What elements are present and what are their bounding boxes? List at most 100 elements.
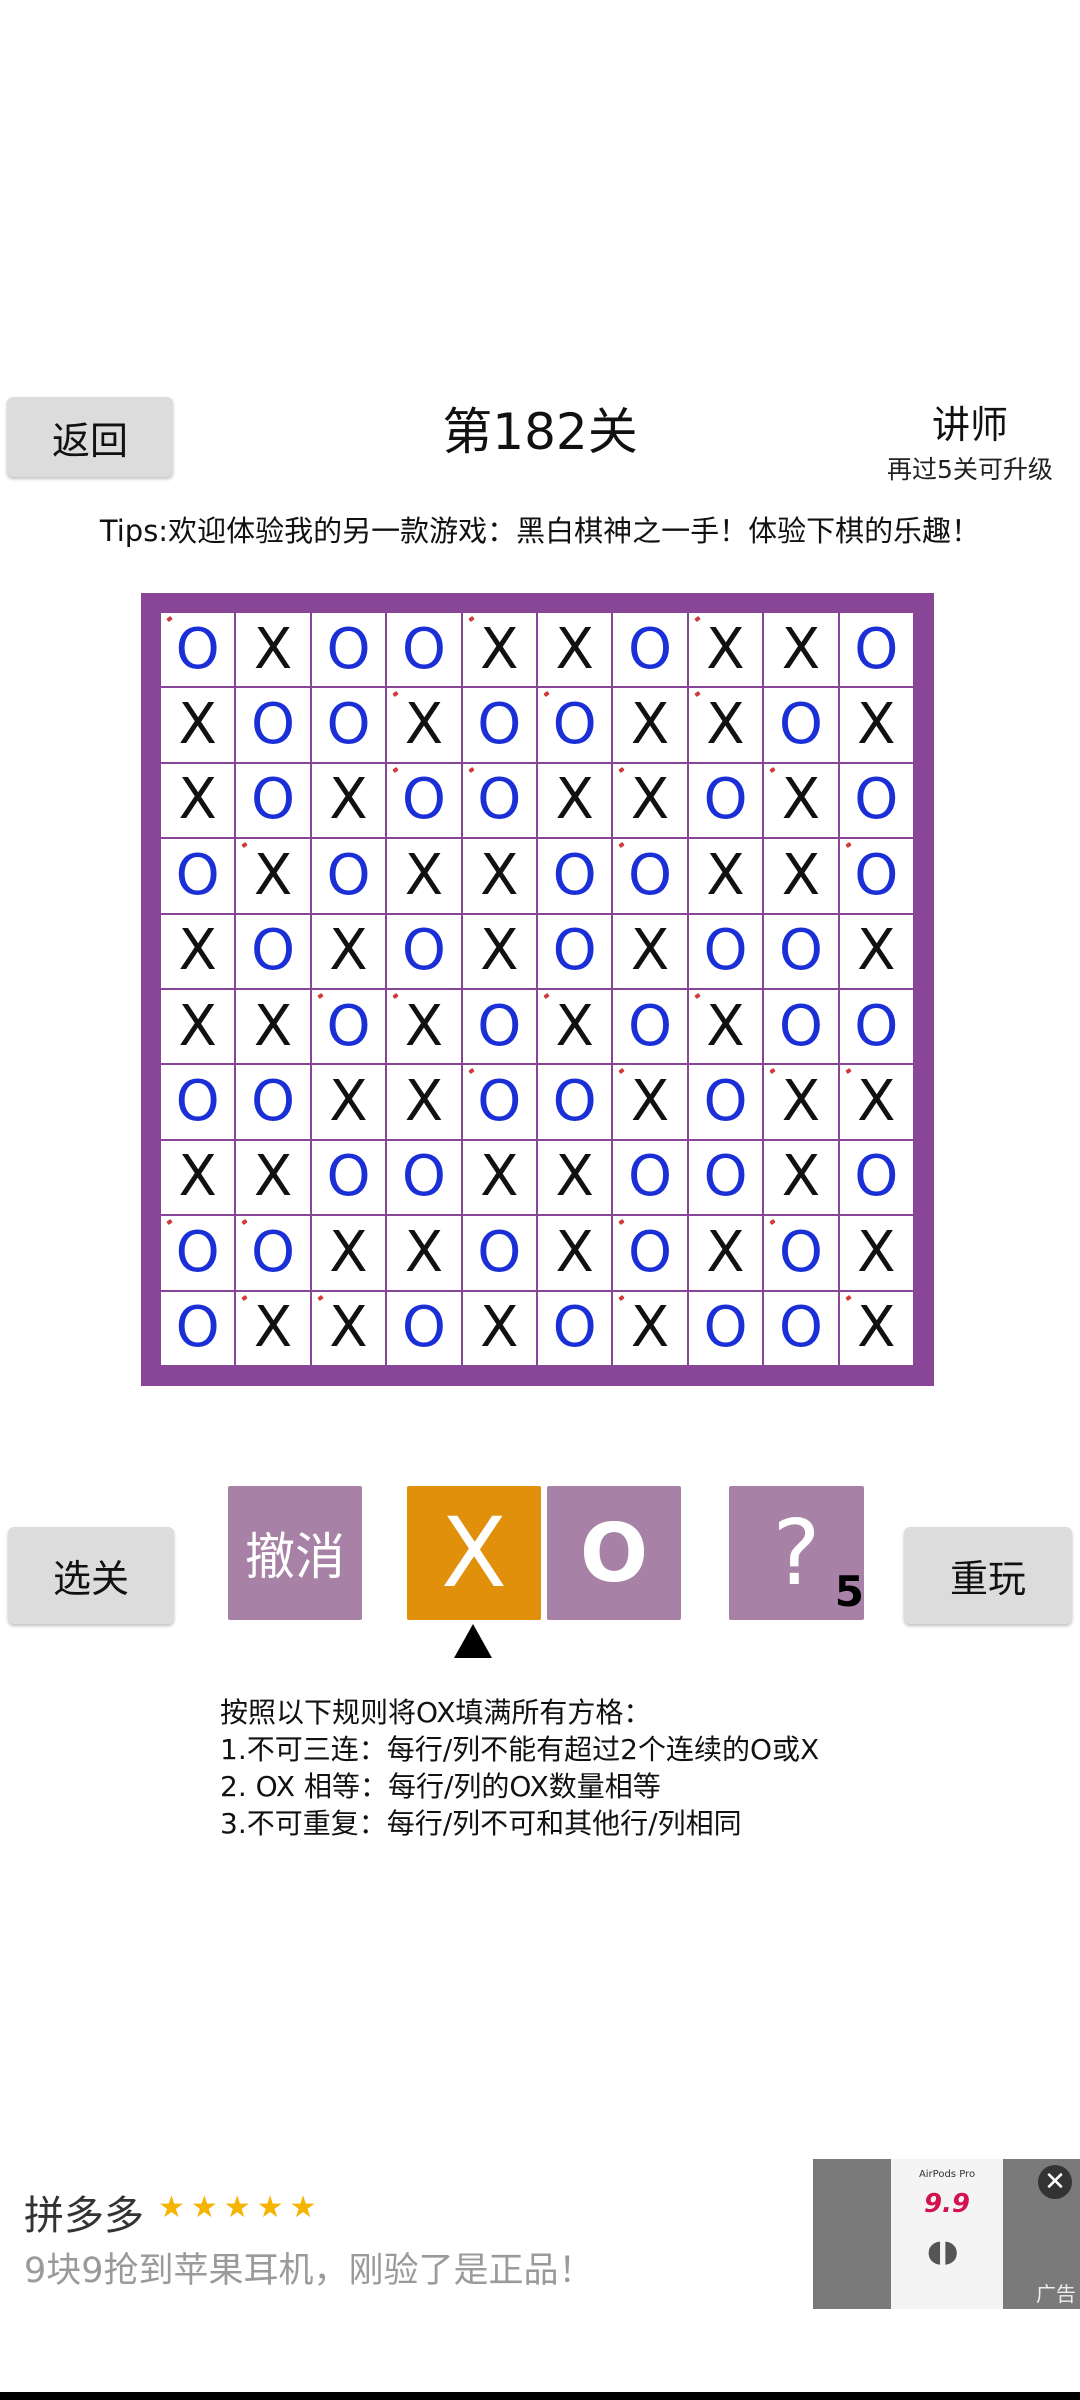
close-icon[interactable]: ✕ (1038, 2165, 1072, 2199)
board-cell[interactable]: O (161, 1216, 235, 1290)
board-cell[interactable]: X (462, 1140, 536, 1215)
board-cell[interactable]: X (613, 1291, 687, 1365)
board-cell[interactable]: X (538, 1216, 612, 1290)
board-cell[interactable]: X (236, 990, 310, 1064)
board-cell[interactable]: X (839, 1216, 913, 1290)
ad-image[interactable]: AirPods Pro 9.9 ◖◗ ✕ 广告 (813, 2159, 1080, 2309)
replay-button[interactable]: 重玩 (904, 1527, 1072, 1624)
board-cell[interactable]: X (311, 763, 386, 838)
board-cell[interactable]: O (387, 763, 461, 838)
o-piece-button[interactable]: O (547, 1486, 681, 1620)
board-cell[interactable]: O (387, 1140, 461, 1215)
board-cell[interactable]: O (839, 990, 913, 1064)
board-cell[interactable]: O (161, 1291, 235, 1365)
board-cell[interactable]: O (839, 1140, 913, 1215)
board-cell[interactable]: O (688, 1291, 763, 1365)
board-cell[interactable]: X (839, 1065, 913, 1139)
board-cell[interactable]: O (236, 914, 310, 988)
board-cell[interactable]: X (688, 1216, 763, 1290)
board-cell[interactable]: O (387, 914, 461, 988)
x-piece-button[interactable]: X (407, 1486, 541, 1620)
board-cell[interactable]: O (236, 763, 310, 838)
board-cell[interactable]: X (538, 1140, 612, 1215)
board-cell[interactable]: X (161, 763, 235, 838)
board-cell[interactable]: X (839, 1291, 913, 1365)
board-cell[interactable]: X (161, 1140, 235, 1215)
board-cell[interactable]: O (161, 1065, 235, 1139)
board-cell[interactable]: X (688, 688, 763, 762)
board-cell[interactable]: X (839, 688, 913, 762)
board-cell[interactable]: O (311, 1140, 386, 1215)
board-cell[interactable]: X (538, 763, 612, 838)
board-cell[interactable]: X (613, 688, 687, 762)
board-cell[interactable]: X (613, 763, 687, 838)
board-cell[interactable]: O (236, 1065, 310, 1139)
board-cell[interactable]: X (311, 1291, 386, 1365)
board-cell[interactable]: X (764, 839, 838, 913)
board-cell[interactable]: O (538, 688, 612, 762)
board-cell[interactable]: X (462, 1291, 536, 1365)
board-cell[interactable]: O (764, 990, 838, 1064)
board-cell[interactable]: O (161, 613, 235, 687)
board-cell[interactable]: X (161, 990, 235, 1064)
board-cell[interactable]: X (688, 613, 763, 687)
board-cell[interactable]: O (764, 1216, 838, 1290)
board-cell[interactable]: X (161, 688, 235, 762)
board-cell[interactable]: O (462, 990, 536, 1064)
board-cell[interactable]: X (236, 1291, 310, 1365)
board-cell[interactable]: X (764, 1065, 838, 1139)
board-cell[interactable]: X (688, 839, 763, 913)
board-cell[interactable]: O (538, 1065, 612, 1139)
board-cell[interactable]: O (538, 839, 612, 913)
board-cell[interactable]: X (236, 613, 310, 687)
board-cell[interactable]: X (462, 839, 536, 913)
board-cell[interactable]: X (613, 914, 687, 988)
board-cell[interactable]: O (613, 1216, 687, 1290)
board-cell[interactable]: O (839, 613, 913, 687)
board-cell[interactable]: X (311, 1216, 386, 1290)
board-cell[interactable]: X (462, 914, 536, 988)
board-cell[interactable]: X (538, 990, 612, 1064)
board-cell[interactable]: O (613, 990, 687, 1064)
board-cell[interactable]: O (161, 839, 235, 913)
board-cell[interactable]: X (387, 1065, 461, 1139)
board-cell[interactable]: X (764, 1140, 838, 1215)
board-cell[interactable]: O (538, 1291, 612, 1365)
board-cell[interactable]: X (236, 1140, 310, 1215)
board-cell[interactable]: X (387, 1216, 461, 1290)
board-cell[interactable]: O (462, 688, 536, 762)
board-cell[interactable]: O (311, 688, 386, 762)
board-cell[interactable]: O (387, 613, 461, 687)
board-cell[interactable]: O (839, 839, 913, 913)
board-cell[interactable]: O (311, 613, 386, 687)
board-cell[interactable]: O (462, 1216, 536, 1290)
board-cell[interactable]: O (764, 688, 838, 762)
undo-button[interactable]: 撤消 (228, 1486, 362, 1620)
board-cell[interactable]: X (387, 990, 461, 1064)
board-cell[interactable]: X (311, 914, 386, 988)
board-cell[interactable]: O (311, 839, 386, 913)
board-cell[interactable]: O (462, 1065, 536, 1139)
board-cell[interactable]: X (236, 839, 310, 913)
board-cell[interactable]: X (387, 688, 461, 762)
board-cell[interactable]: O (236, 688, 310, 762)
board-cell[interactable]: O (688, 914, 763, 988)
ad-text[interactable]: 9块9抢到苹果耳机，刚验了是正品！ (24, 2242, 594, 2293)
board-cell[interactable]: O (462, 763, 536, 838)
board-cell[interactable]: X (839, 914, 913, 988)
board-cell[interactable]: X (161, 914, 235, 988)
board-cell[interactable]: O (236, 1216, 310, 1290)
board-cell[interactable]: X (538, 613, 612, 687)
board-cell[interactable]: O (688, 763, 763, 838)
board-cell[interactable]: X (688, 990, 763, 1064)
ad-brand[interactable]: 拼多多 (24, 2183, 144, 2241)
board-cell[interactable]: O (613, 1140, 687, 1215)
board-cell[interactable]: O (387, 1291, 461, 1365)
board-cell[interactable]: O (764, 914, 838, 988)
board-cell[interactable]: O (688, 1140, 763, 1215)
board-cell[interactable]: X (311, 1065, 386, 1139)
board-cell[interactable]: O (538, 914, 612, 988)
board-cell[interactable]: O (688, 1065, 763, 1139)
hint-button[interactable]: ? 5 (729, 1486, 864, 1620)
board-cell[interactable]: O (613, 839, 687, 913)
